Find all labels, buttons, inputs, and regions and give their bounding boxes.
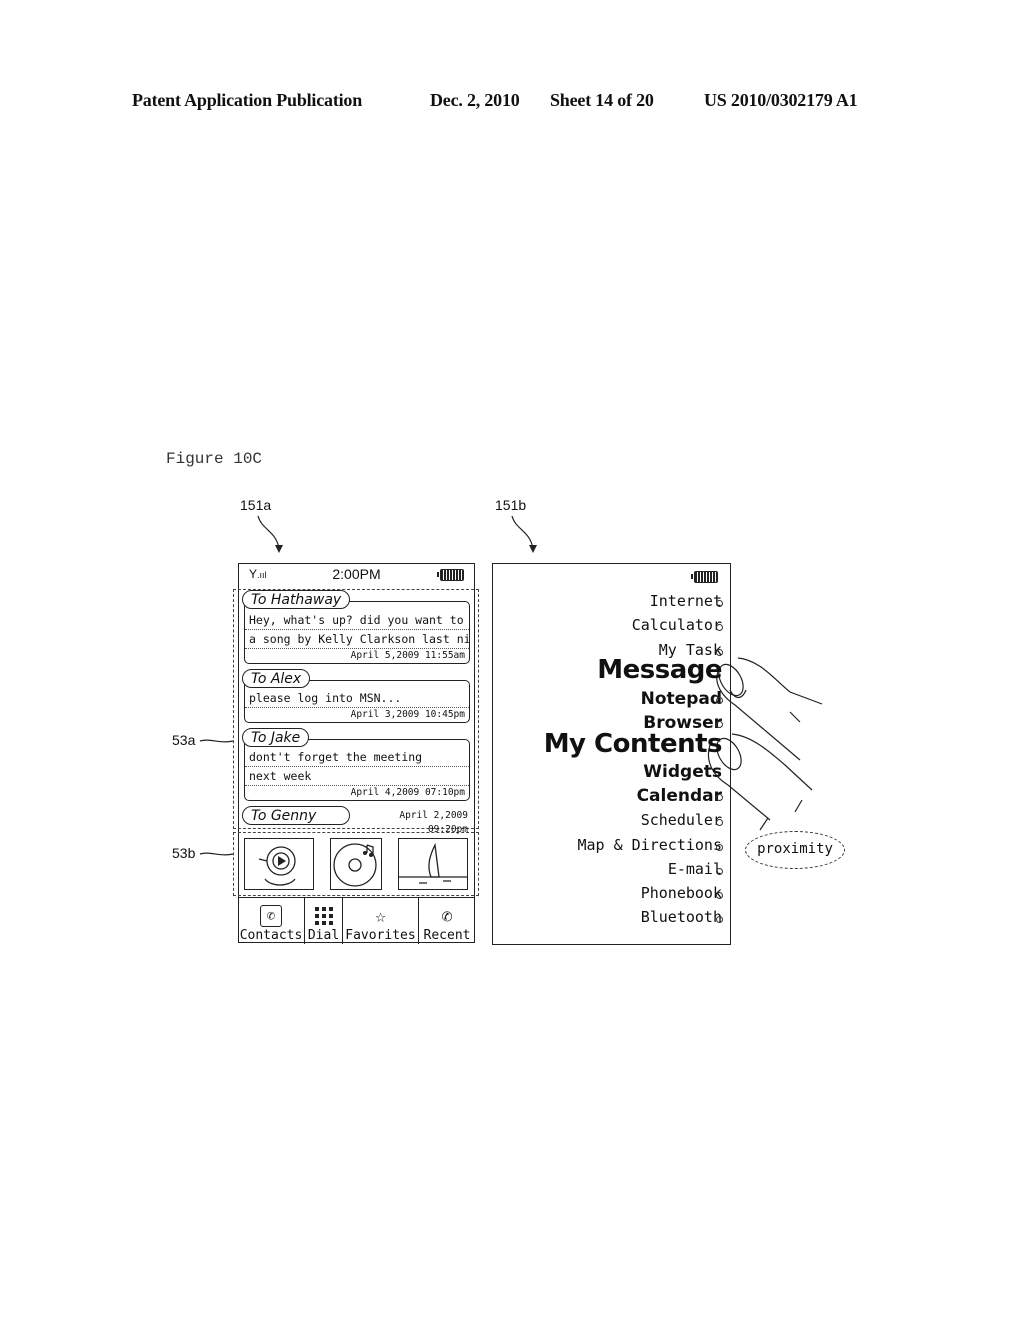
message-text-line: please log into MSN...: [245, 689, 469, 708]
battery-icon: [437, 569, 464, 581]
message-text-line: a song by Kelly Clarkson last night?: [245, 630, 469, 649]
favorites-label: Favorites: [345, 928, 416, 943]
recent-calls-icon: ✆: [441, 905, 453, 927]
message-text-line: Hey, what's up? did you want to get: [245, 611, 469, 630]
contacts-label: Contacts: [239, 928, 303, 943]
status-bar: Y.ııl 2:00PM: [239, 564, 474, 586]
message-date: April 3,2009 10:45pm: [350, 709, 465, 720]
message-recipient[interactable]: To Genny: [242, 806, 350, 825]
message-card[interactable]: Hey, what's up? did you want to get a so…: [244, 601, 470, 664]
menu-item-map-directions[interactable]: Map & Directions: [578, 836, 723, 854]
dial-label: Dial: [307, 928, 340, 943]
message-recipient[interactable]: To Jake: [242, 728, 310, 747]
menu-bullet-icon: [716, 868, 723, 875]
leader-53b: [199, 852, 234, 856]
lion-video-thumbnail[interactable]: [244, 838, 314, 890]
music-album-thumbnail[interactable]: [330, 838, 382, 890]
menu-bullet-icon: [716, 916, 723, 923]
menu-bullet-icon: [716, 721, 723, 728]
message-text-line: next week: [245, 767, 469, 786]
menu-bullet-icon: [716, 794, 723, 801]
leader-53a: [199, 739, 234, 743]
menu-item-bluetooth[interactable]: Bluetooth: [641, 908, 722, 926]
image-icon: [399, 842, 467, 884]
menu-item-internet[interactable]: Internet: [650, 592, 722, 610]
finger-upper: [716, 657, 823, 761]
message-recipient[interactable]: To Alex: [242, 669, 311, 688]
favorites-button[interactable]: ☆ Favorites: [343, 898, 419, 944]
menu-item-calculator[interactable]: Calculator: [632, 616, 722, 634]
menu-bullet-icon: [716, 892, 723, 899]
battery-icon: [691, 571, 718, 583]
menu-bullet-icon: [716, 844, 723, 851]
menu-item-notepad[interactable]: Notepad: [641, 689, 722, 709]
menu-item-my-contents[interactable]: My Contents: [544, 729, 723, 759]
menu-item-calendar[interactable]: Calendar: [637, 786, 722, 806]
arrowhead-151b: [529, 545, 537, 553]
menu-bullet-icon: [716, 697, 723, 704]
message-card[interactable]: dont't forget the meeting next week Apri…: [244, 739, 470, 801]
menu-item-e-mail[interactable]: E-mail: [668, 860, 722, 878]
message-date: April 4,2009 07:10pm: [350, 787, 465, 798]
music-note-icon: [333, 843, 377, 887]
arrow-151a: [257, 515, 280, 549]
dial-button[interactable]: Dial: [305, 898, 343, 944]
menu-bullet-icon: [716, 600, 723, 607]
message-date: April 2,2009 09:20pm: [399, 810, 468, 835]
message-recipient[interactable]: To Hathaway: [242, 590, 351, 609]
play-icon: [258, 846, 296, 886]
menu-item-scheduler[interactable]: Scheduler: [641, 811, 722, 829]
recent-button[interactable]: ✆ Recent: [419, 898, 475, 944]
menu-item-phonebook[interactable]: Phonebook: [641, 884, 722, 902]
message-text-line: dont't forget the meeting: [245, 748, 469, 767]
message-date: April 5,2009 11:55am: [350, 650, 465, 661]
contacts-button[interactable]: ✆ Contacts: [238, 898, 305, 944]
bottom-toolbar: ✆ Contacts Dial ☆ Favorites ✆ Recent: [238, 897, 475, 944]
menu-item-widgets[interactable]: Widgets: [643, 762, 722, 782]
phone-icon: ✆: [260, 904, 282, 928]
keypad-icon: [314, 904, 333, 928]
windsurf-photo-thumbnail[interactable]: [398, 838, 468, 890]
recent-label: Recent: [423, 928, 471, 943]
menu-bullet-icon: [716, 819, 723, 826]
star-icon: ☆: [375, 905, 386, 927]
proximity-label: proximity: [745, 831, 845, 869]
arrowhead-151a: [275, 545, 283, 553]
menu-bullet-icon: [716, 624, 723, 631]
arrow-151b: [511, 515, 534, 549]
menu-item-message[interactable]: Message: [597, 655, 722, 685]
